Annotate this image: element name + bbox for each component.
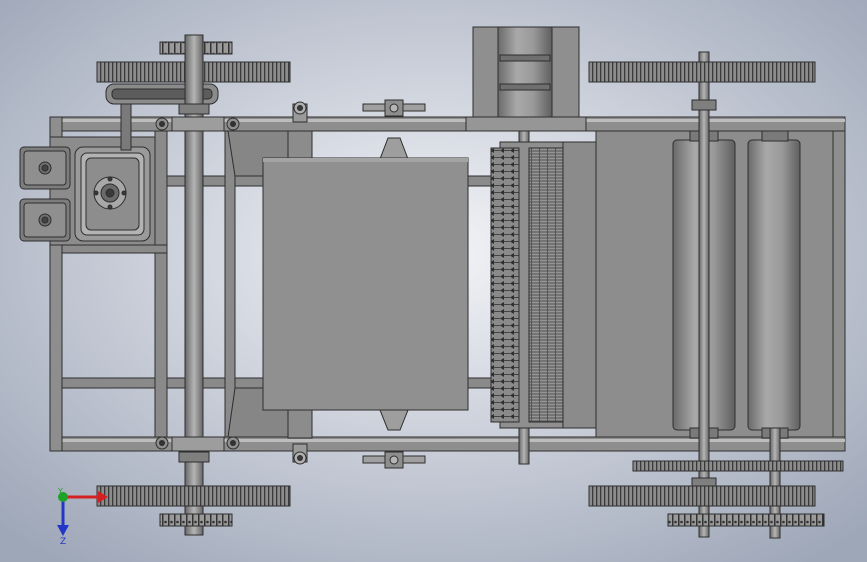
spur-gear-bottom-right <box>588 485 816 507</box>
shaft-collar-right <box>691 99 717 111</box>
shaft-collar-right-lower <box>691 477 717 487</box>
bearing-block-bottom <box>171 436 225 452</box>
spur-gear-top-right <box>588 61 816 83</box>
sprocket-bottom-left <box>159 513 233 527</box>
gearbox-base <box>465 116 587 132</box>
screw-icon <box>107 204 113 210</box>
frame-bottom-rail-highlight <box>50 439 845 442</box>
sprocket-bottom-right <box>667 513 825 527</box>
adjuster-knob-icon <box>389 103 399 113</box>
clamp-knob-center-icon <box>297 105 303 111</box>
hopper-bracket-top-left <box>287 130 313 160</box>
screw-icon <box>107 176 113 182</box>
adjuster-knob-icon <box>389 455 399 465</box>
screw-icon <box>121 190 127 196</box>
bearing-bolt-hole-icon <box>159 121 165 127</box>
bolt-hole-icon <box>41 164 49 172</box>
tine-row-left <box>490 147 520 423</box>
bearing-bolt-hole-icon <box>230 121 236 127</box>
roller-end-cap-rear-top <box>761 130 789 142</box>
spur-gear-mid-right <box>632 460 844 472</box>
hopper-body <box>262 157 469 411</box>
shaft-collar-top <box>178 103 210 115</box>
spur-gear-bottom-left <box>96 485 291 507</box>
frame-cross-member-motor <box>61 244 168 254</box>
motor-shaft-center-icon <box>105 188 115 198</box>
press-roller-rear <box>747 139 801 431</box>
bearing-bolt-hole-icon <box>159 440 165 446</box>
bearing-bolt-hole-icon <box>230 440 236 446</box>
shaft-collar-bottom <box>178 451 210 463</box>
hopper-bracket-bottom-left <box>287 409 313 439</box>
frame-top-rail-highlight <box>50 119 845 122</box>
bearing-block-top <box>171 116 225 132</box>
gearbox-assembly[interactable] <box>465 26 587 132</box>
bolt-hole-icon <box>41 216 49 224</box>
tine-row-right <box>528 147 564 423</box>
frame-cross-member-left <box>154 130 168 438</box>
triad-z-label: Z <box>60 537 66 547</box>
gearbox-flange-bottom <box>499 83 551 91</box>
frame-cross-member-mid <box>224 130 236 438</box>
hopper-body-edge <box>263 158 468 162</box>
cad-model-viewport[interactable]: Y Z <box>0 0 867 562</box>
clamp-knob-center-icon <box>297 455 303 461</box>
frame-right-rail <box>832 130 846 438</box>
triad-y-label: Y <box>57 487 63 496</box>
gearbox-cylinder <box>497 26 553 118</box>
screw-icon <box>93 190 99 196</box>
gearbox-flange-top <box>499 54 551 62</box>
